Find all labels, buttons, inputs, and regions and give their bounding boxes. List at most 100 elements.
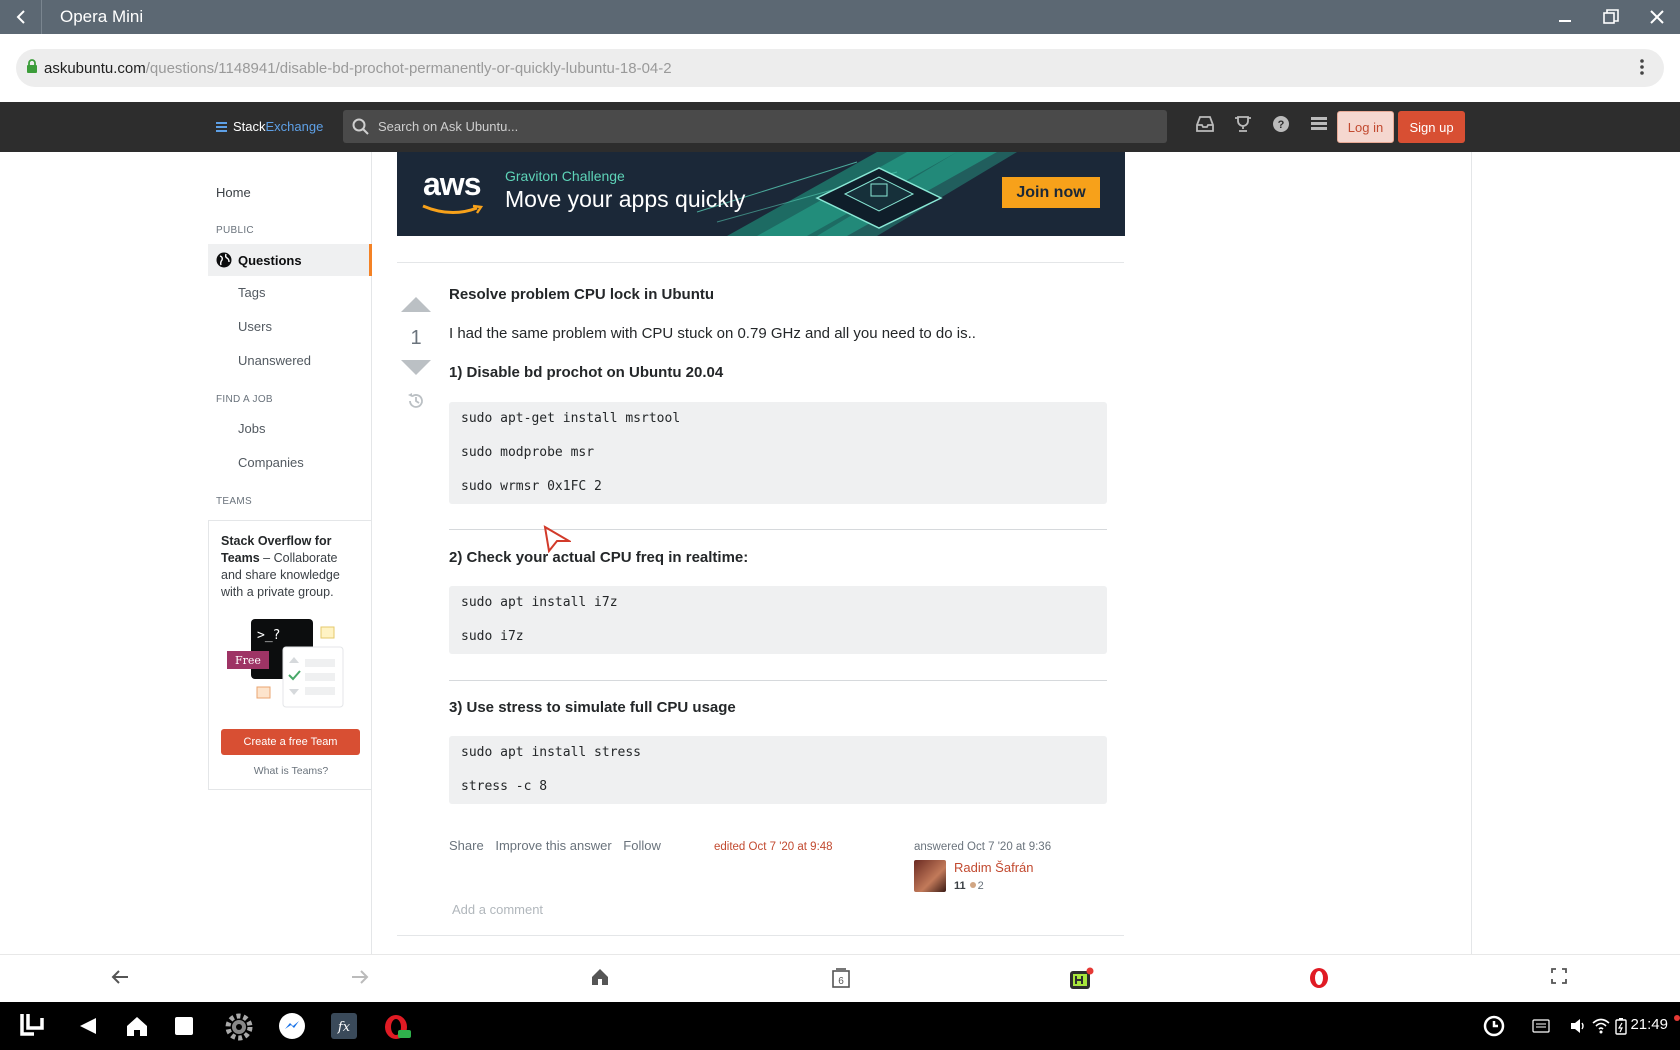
flow-icon[interactable] (1068, 967, 1094, 998)
inbox-icon[interactable] (1186, 115, 1224, 133)
messenger-icon[interactable] (278, 1012, 306, 1045)
mouse-cursor-icon (543, 525, 571, 553)
wifi-icon[interactable] (1592, 1018, 1610, 1039)
nav-section-find-job: FIND A JOB (216, 394, 273, 405)
free-badge: Free (235, 654, 261, 667)
lock-icon (26, 59, 38, 77)
login-button[interactable]: Log in (1337, 111, 1394, 143)
code-block-3: sudo apt install stress stress -c 8 (449, 736, 1107, 804)
opera-menu-icon[interactable] (1308, 967, 1330, 994)
bronze-badge-count: 2 (977, 880, 984, 892)
bronze-badge-icon (969, 882, 976, 888)
launcher-logo-icon[interactable] (16, 1010, 48, 1047)
user-name-link[interactable]: Radim Šafrán (954, 860, 1033, 875)
ad-headline: Move your apps quickly (505, 186, 746, 212)
teams-promo: Stack Overflow for Teams – Collaborate a… (208, 520, 372, 790)
help-icon[interactable]: ? (1262, 115, 1300, 133)
fx-app-icon[interactable]: fx (330, 1012, 358, 1045)
keyboard-icon[interactable] (1532, 1018, 1550, 1039)
share-link[interactable]: Share (449, 838, 484, 853)
upvote-arrow-icon[interactable] (400, 296, 432, 314)
create-team-button[interactable]: Create a free Team (221, 729, 360, 755)
nav-forward-icon[interactable] (350, 967, 370, 992)
nav-back-icon[interactable] (110, 967, 130, 992)
opera-mini-app-icon[interactable] (382, 1012, 412, 1047)
code-line: sudo apt-get install msrtool (461, 411, 681, 426)
back-arrow-icon[interactable] (0, 0, 42, 34)
answer-bottom-divider (397, 935, 1124, 936)
code-block-1: sudo apt-get install msrtool sudo modpro… (449, 402, 1107, 504)
code-line: sudo apt install i7z (461, 595, 618, 610)
nav-section-public: PUBLIC (216, 225, 254, 236)
site-switcher-icon[interactable] (1300, 115, 1338, 133)
os-taskbar: fx 21:49 (0, 1002, 1680, 1050)
ad-join-button[interactable]: Join now (1002, 177, 1100, 208)
tabs-count: 6 (838, 976, 844, 987)
search-input[interactable]: Search on Ask Ubuntu... (343, 110, 1167, 143)
menu-kebab-icon[interactable] (1640, 58, 1644, 80)
volume-icon[interactable] (1570, 1018, 1588, 1039)
battery-icon[interactable] (1615, 1017, 1627, 1040)
vote-count: 1 (410, 327, 422, 349)
history-icon[interactable] (406, 391, 426, 411)
recents-square-icon[interactable] (174, 1016, 194, 1041)
step1-heading: 1) Disable bd prochot on Ubuntu 20.04 (449, 364, 724, 381)
teams-promo-text: Stack Overflow for Teams – Collaborate a… (221, 533, 360, 601)
improve-answer-link[interactable]: Improve this answer (495, 838, 611, 853)
answer-intro: I had the same problem with CPU stuck on… (449, 325, 976, 342)
stackexchange-logo-icon (216, 120, 227, 134)
home-icon[interactable] (590, 967, 610, 992)
step3-heading: 3) Use stress to simulate full CPU usage (449, 699, 736, 716)
notification-dot-icon (1674, 1008, 1680, 1026)
restore-icon[interactable] (1588, 0, 1634, 34)
signup-button[interactable]: Sign up (1398, 111, 1465, 143)
browser-bottom-toolbar: 6 (0, 954, 1680, 1002)
add-comment-link[interactable]: Add a comment (452, 902, 543, 917)
code-line: sudo wrmsr 0x1FC 2 (461, 479, 602, 494)
avatar[interactable] (914, 860, 946, 892)
user-reputation: 11 2 (954, 880, 984, 892)
logo-text-stack: Stack (233, 119, 266, 134)
search-placeholder: Search on Ask Ubuntu... (378, 119, 519, 134)
reputation-score: 11 (954, 880, 966, 892)
close-icon[interactable] (1634, 0, 1680, 34)
nav-section-teams: TEAMS (216, 496, 252, 507)
tabs-icon[interactable]: 6 (830, 967, 852, 994)
settings-gear-icon[interactable] (224, 1012, 254, 1047)
achievements-trophy-icon[interactable] (1224, 115, 1262, 133)
svg-text:?: ? (1278, 119, 1285, 131)
nav-unanswered[interactable]: Unanswered (238, 353, 311, 368)
nav-home[interactable]: Home (216, 185, 251, 200)
edited-timestamp[interactable]: edited Oct 7 '20 at 9:48 (714, 841, 833, 853)
site-header: Stack Exchange Search on Ask Ubuntu... ? … (0, 102, 1680, 152)
title-bar: Opera Mini (0, 0, 1680, 34)
answer-heading: Resolve problem CPU lock in Ubuntu (449, 286, 715, 303)
address-bar[interactable]: askubuntu.com/questions/1148941/disable-… (16, 49, 1664, 87)
svg-text:fx: fx (337, 1020, 351, 1035)
aws-ad-banner[interactable]: aws Graviton Challenge Move your apps qu… (397, 152, 1125, 236)
url-host: askubuntu.com (44, 59, 146, 77)
nav-jobs[interactable]: Jobs (238, 421, 265, 436)
section-rule (449, 680, 1107, 681)
window-controls (1542, 0, 1680, 34)
follow-link[interactable]: Follow (623, 838, 661, 853)
ad-kicker: Graviton Challenge (505, 168, 625, 184)
nav-companies[interactable]: Companies (238, 455, 304, 470)
code-line: stress -c 8 (461, 779, 548, 794)
what-is-teams-link[interactable]: What is Teams? (209, 765, 373, 777)
address-bar-area: askubuntu.com/questions/1148941/disable-… (0, 34, 1680, 102)
stackexchange-logo[interactable]: Stack Exchange (216, 119, 323, 134)
nav-tags[interactable]: Tags (238, 285, 265, 300)
sync-icon[interactable] (1482, 1014, 1506, 1043)
fullscreen-icon[interactable] (1550, 967, 1568, 990)
home-icon[interactable] (126, 1015, 148, 1042)
downvote-arrow-icon[interactable] (400, 358, 432, 376)
nav-questions[interactable]: Questions (208, 244, 372, 276)
left-sidebar: Home PUBLIC Questions Tags Users Unanswe… (208, 152, 372, 954)
minimize-icon[interactable] (1542, 0, 1588, 34)
aws-logo: aws (423, 166, 481, 202)
header-icons: ? (1186, 115, 1338, 133)
nav-users[interactable]: Users (238, 319, 272, 334)
back-triangle-icon[interactable] (78, 1016, 98, 1041)
content-right-border (1471, 152, 1472, 954)
